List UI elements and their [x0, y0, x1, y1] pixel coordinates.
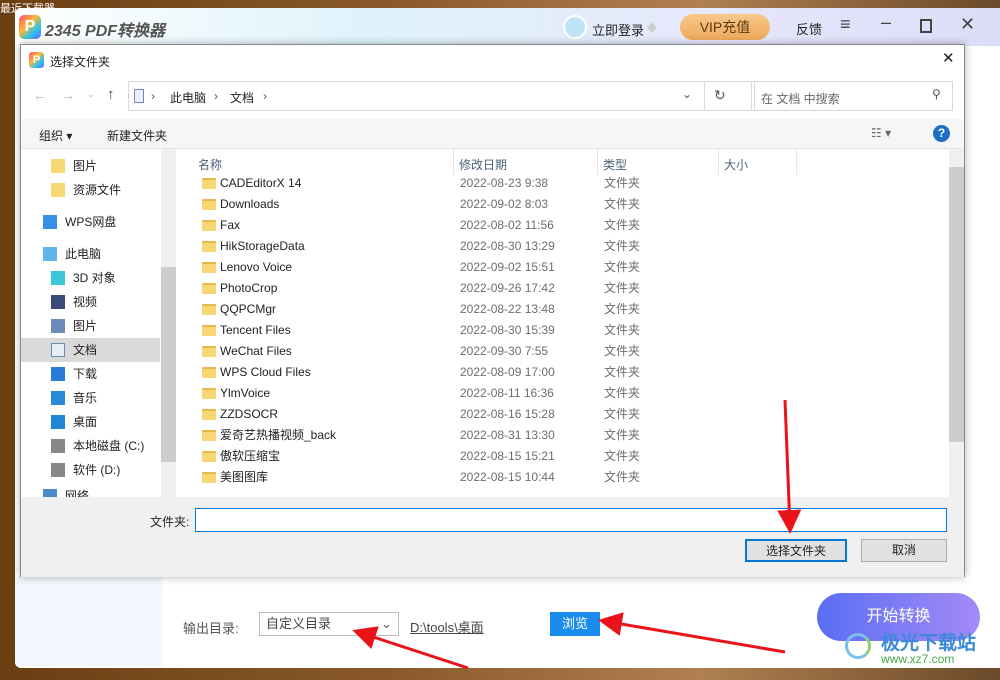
arrow-to-browse-button	[598, 612, 786, 654]
annotation-arrows	[352, 399, 802, 670]
arrow-to-select-button	[777, 399, 802, 534]
arrow-to-output-select	[352, 626, 469, 670]
